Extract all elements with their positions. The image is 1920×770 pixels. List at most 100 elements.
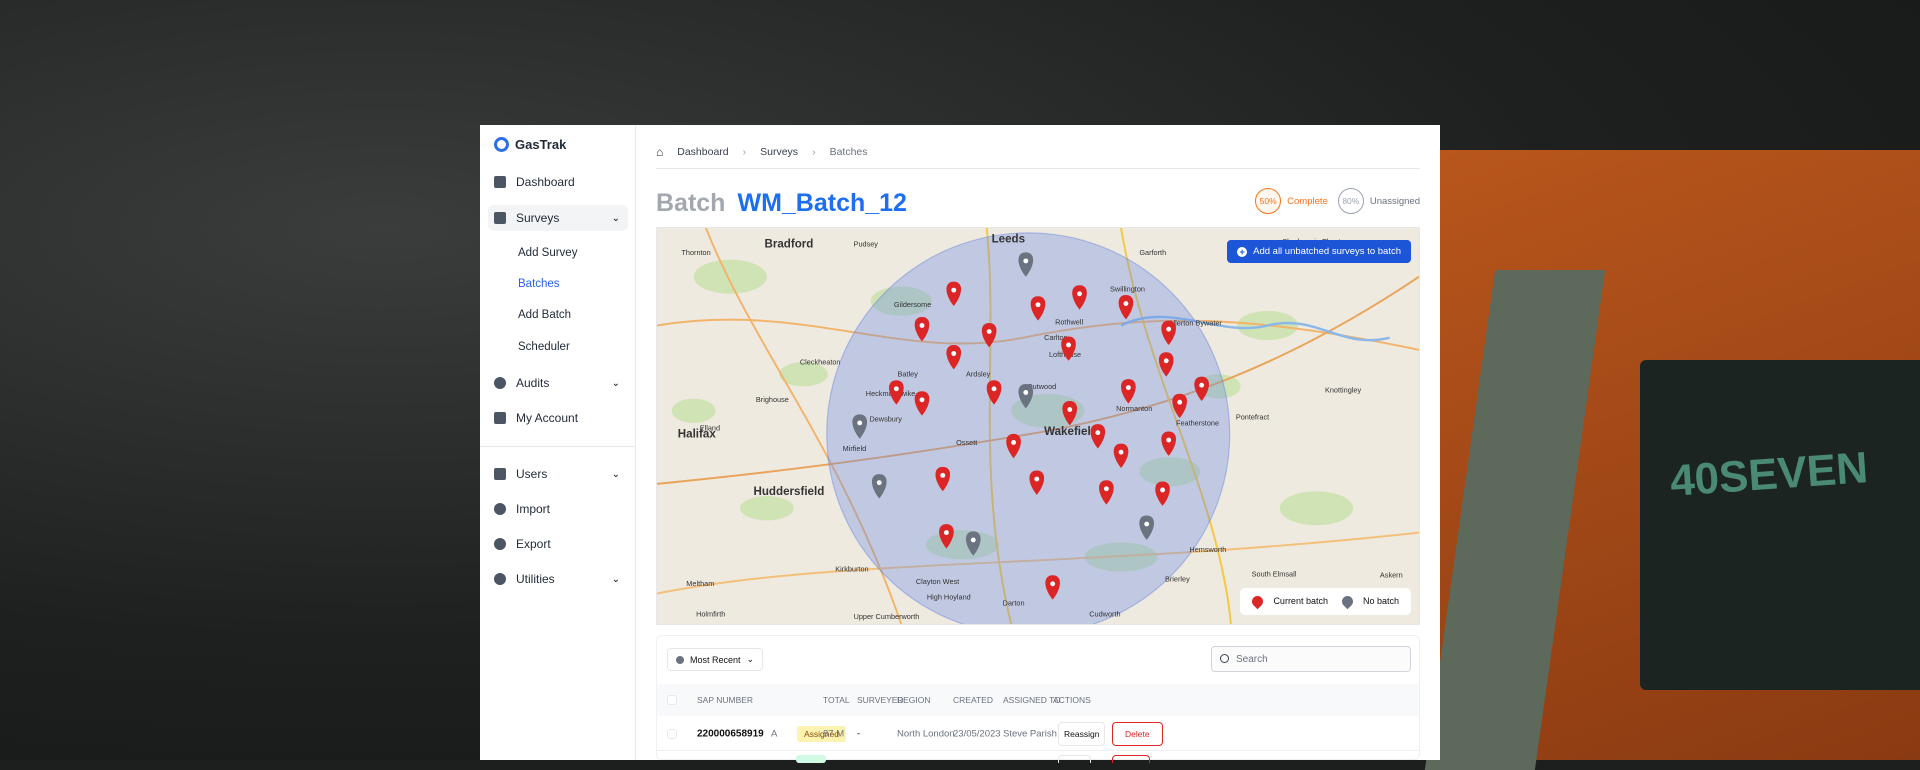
delete-button-partial[interactable] (1112, 755, 1150, 763)
sidebar-item-import[interactable]: Import (488, 496, 628, 522)
sidebar-sub-batches[interactable]: Batches (518, 278, 560, 290)
place-label: Ossett (956, 438, 977, 447)
sidebar-item-surveys[interactable]: Surveys ⌄ (488, 205, 628, 231)
park-area (671, 398, 716, 423)
grey-pin-icon (1339, 593, 1356, 610)
place-label: Allerton Bywater (1169, 318, 1223, 327)
current-batch-pin-dot (1163, 358, 1169, 364)
current-batch-pin-dot (1125, 385, 1131, 391)
place-label: Holmfirth (696, 610, 725, 619)
current-batch-pin-dot (919, 397, 925, 403)
place-label: South Elmsall (1252, 569, 1297, 578)
home-icon[interactable]: ⌂ (656, 145, 663, 159)
sap-number: 220000658919 (697, 728, 764, 740)
breadcrumb-surveys[interactable]: Surveys (760, 146, 798, 158)
reassign-button[interactable]: Reassign (1058, 722, 1106, 746)
current-batch-pin-dot (943, 530, 949, 536)
breadcrumb-batches: Batches (829, 146, 868, 158)
chevron-right-icon: › (742, 146, 747, 158)
cloud-download-icon (494, 538, 506, 550)
breadcrumb: ⌂ Dashboard › Surveys › Batches (656, 145, 868, 159)
sidebar-item-audits[interactable]: Audits ⌄ (488, 370, 628, 396)
table-row[interactable]: 220000658919 A Assigned 87 M - North Lon… (657, 718, 1419, 751)
sort-dropdown[interactable]: Most Recent ⌄ (667, 648, 764, 671)
col-actions: ACTIONS (1053, 695, 1091, 705)
add-unbatched-button[interactable]: + Add all unbatched surveys to batch (1227, 240, 1411, 263)
place-label: Darton (1003, 599, 1025, 608)
sidebar-item-dashboard[interactable]: Dashboard (488, 169, 628, 195)
current-batch-pin-dot (1118, 449, 1124, 455)
plus-circle-icon: + (1237, 246, 1248, 257)
park-area (740, 496, 794, 521)
place-label: Pudsey (854, 239, 879, 248)
col-sap-number[interactable]: SAP NUMBER (697, 695, 753, 705)
chevron-down-icon: ⌄ (611, 573, 620, 585)
col-region[interactable]: REGION (897, 695, 931, 705)
current-batch-pin-dot (1160, 487, 1165, 493)
row-checkbox[interactable] (667, 729, 677, 739)
page-title: Batch WM_Batch_12 (656, 189, 907, 217)
reassign-button-partial[interactable] (1058, 755, 1091, 763)
table-header: SAP NUMBER TOTAL SURVEYED REGION CREATED… (657, 684, 1419, 716)
current-batch-pin-dot (1066, 342, 1071, 348)
select-all-checkbox[interactable] (667, 695, 677, 705)
place-label: Knottingley (1325, 386, 1361, 395)
check-circle-icon (494, 377, 506, 389)
current-batch-pin-dot (893, 386, 899, 392)
sidebar-item-users[interactable]: Users ⌄ (488, 461, 628, 487)
current-batch-pin-dot (1050, 581, 1056, 587)
chevron-down-icon: ⌄ (746, 654, 755, 664)
batch-stats: 50% Complete 80% Unassigned (1255, 188, 1420, 214)
col-total[interactable]: TOTAL (823, 695, 850, 705)
current-batch-pin-dot (1166, 326, 1172, 332)
current-batch-pin-dot (1011, 440, 1017, 445)
place-label: Pontefract (1236, 412, 1269, 421)
breadcrumb-dashboard[interactable]: Dashboard (677, 146, 728, 158)
delete-button[interactable]: Delete (1112, 722, 1163, 746)
sidebar-item-export[interactable]: Export (488, 531, 628, 557)
place-label: Wakefield (1044, 426, 1098, 438)
place-label: Rothwell (1055, 317, 1083, 326)
dashboard-icon (494, 176, 506, 188)
no-batch-pin-dot (1023, 258, 1029, 264)
map-legend: Current batch No batch (1240, 587, 1411, 615)
place-label: Clayton West (916, 577, 959, 586)
region: North London (897, 728, 955, 740)
current-batch-pin-dot (1077, 291, 1082, 297)
park-area (693, 259, 767, 294)
place-label: Brighouse (756, 395, 789, 404)
place-label: Brierley (1165, 574, 1190, 583)
no-batch-pin-dot (1023, 390, 1029, 395)
map-canvas[interactable]: LeedsBradfordPudseyThorntonGarforthSherb… (657, 228, 1419, 624)
place-label: High Hoyland (927, 593, 971, 602)
complete-label: Complete (1287, 195, 1328, 207)
col-created[interactable]: CREATED (953, 695, 993, 705)
sidebar-item-my-account[interactable]: My Account (488, 405, 628, 431)
current-batch-pin-dot (986, 329, 992, 335)
sidebar: GasTrak Dashboard Surveys ⌄ Add Survey Ba… (480, 125, 636, 760)
sidebar-sub-scheduler[interactable]: Scheduler (518, 341, 570, 353)
no-batch-pin-dot (876, 480, 882, 486)
place-label: Garforth (1139, 248, 1166, 257)
no-batch-pin-dot (970, 537, 976, 543)
place-label: Huddersfield (753, 486, 824, 498)
status-badge-partial (796, 755, 826, 763)
place-label: Ardsley (966, 370, 991, 379)
map[interactable]: LeedsBradfordPudseyThorntonGarforthSherb… (656, 227, 1420, 625)
current-batch-pin-dot (1035, 302, 1041, 308)
place-label: Dewsbury (869, 415, 902, 424)
place-label: Meltham (686, 579, 714, 588)
park-area (1279, 491, 1354, 526)
brand-logo[interactable]: GasTrak (494, 137, 566, 152)
sidebar-sub-add-survey[interactable]: Add Survey (518, 247, 577, 259)
chevron-down-icon: ⌄ (611, 377, 620, 389)
place-label: Hemsworth (1189, 545, 1226, 554)
search-input[interactable]: Search (1211, 646, 1411, 672)
surveyed: - (857, 728, 861, 740)
gear-icon (494, 573, 506, 585)
sidebar-sub-add-batch[interactable]: Add Batch (518, 309, 571, 321)
current-batch-pin-dot (1177, 399, 1183, 405)
sidebar-item-utilities[interactable]: Utilities ⌄ (488, 566, 628, 592)
place-label: Cudworth (1089, 610, 1120, 619)
clipboard-icon (494, 212, 506, 224)
